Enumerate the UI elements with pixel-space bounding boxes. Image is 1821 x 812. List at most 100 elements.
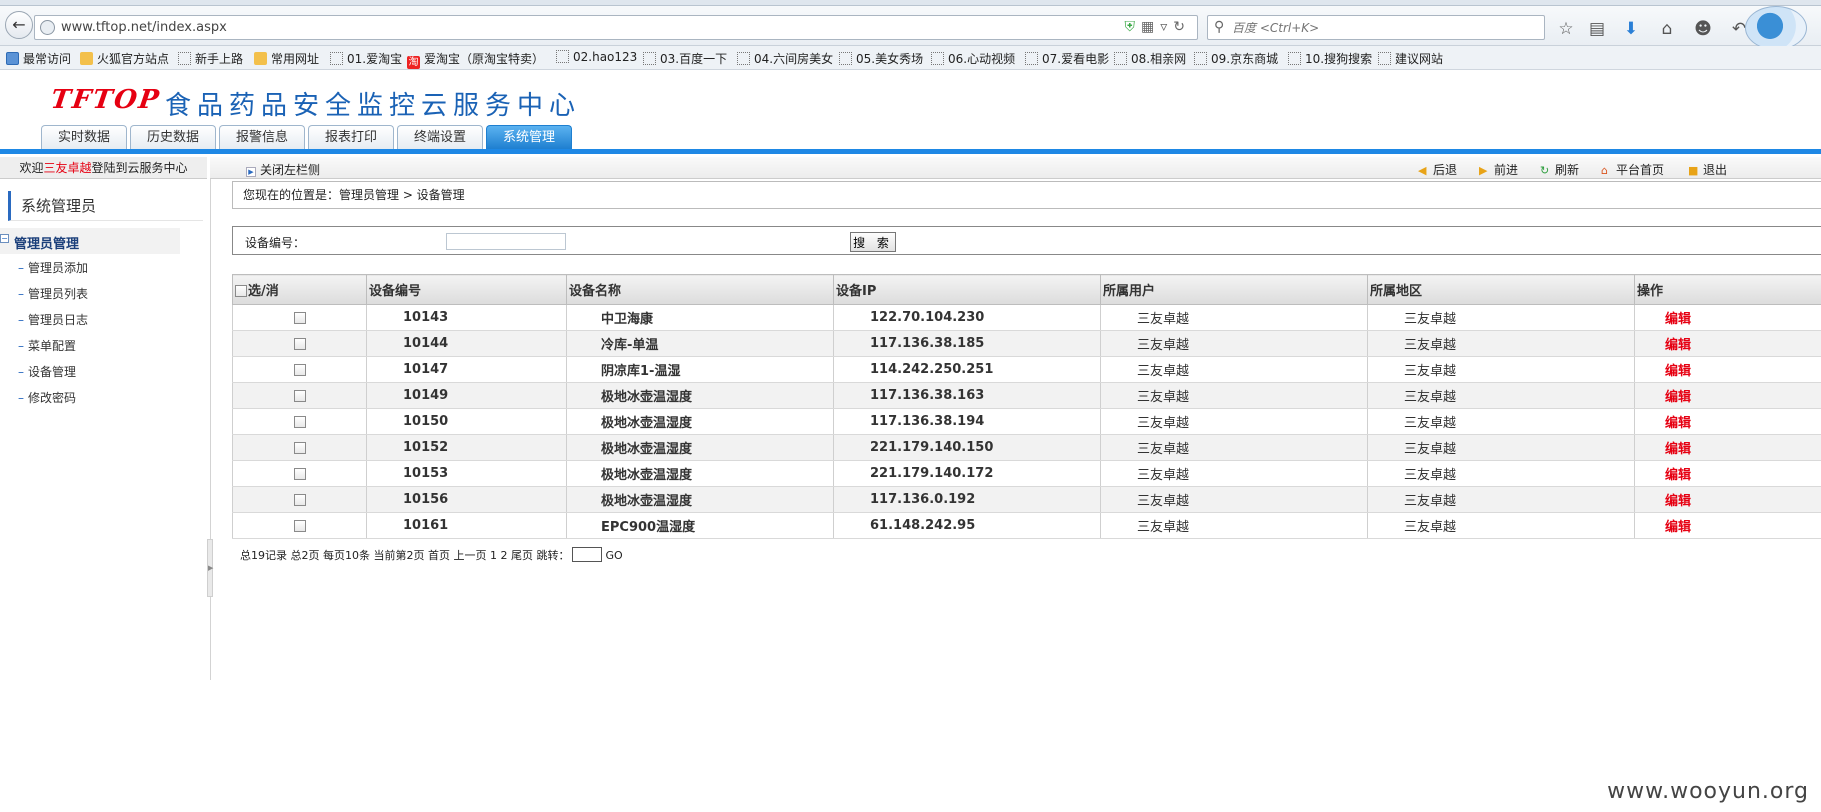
arrow-left-icon: ◀: [1418, 164, 1427, 177]
row-checkbox[interactable]: [293, 415, 306, 428]
edit-link[interactable]: 编辑: [1665, 468, 1691, 483]
bookmark-item[interactable]: 02.hao123: [556, 50, 637, 64]
bookmark-item[interactable]: 淘爱淘宝（原淘宝特卖）: [407, 50, 544, 69]
edit-link[interactable]: 编辑: [1665, 312, 1691, 327]
tab-terminal-settings[interactable]: 终端设置: [397, 125, 483, 149]
device-name-cell: 阴凉库1-温湿: [566, 356, 834, 383]
go-button[interactable]: GO: [605, 549, 622, 562]
table-row: 10150 极地冰壶温湿度 117.136.38.194 三友卓越 三友卓越 编辑: [232, 408, 1821, 435]
dropdown-icon[interactable]: ▿: [1160, 19, 1173, 35]
row-checkbox[interactable]: [293, 337, 306, 350]
column-header-actions: 操作: [1634, 274, 1821, 305]
table-row: 10143 中卫海康 122.70.104.230 三友卓越 三友卓越 编辑: [232, 304, 1821, 331]
browser-logo-bird-icon[interactable]: [1745, 6, 1807, 50]
home-icon[interactable]: ⌂: [1656, 19, 1678, 39]
actions-cell: 编辑: [1634, 486, 1821, 513]
url-text[interactable]: www.tftop.net/index.aspx: [61, 20, 227, 35]
device-number-input[interactable]: [446, 233, 566, 250]
shield-icon[interactable]: ⛨: [1125, 19, 1142, 35]
bookmark-item[interactable]: 10.搜狗搜索: [1288, 50, 1372, 67]
menu-group-admin-management[interactable]: − 管理员管理: [0, 228, 180, 254]
row-checkbox[interactable]: [293, 389, 306, 402]
region-cell: 三友卓越: [1367, 382, 1635, 409]
search-button[interactable]: 搜 索: [850, 232, 896, 252]
sidebar-item-device-management[interactable]: – 设备管理: [18, 363, 76, 380]
row-checkbox[interactable]: [293, 441, 306, 454]
download-icon[interactable]: ⬇: [1620, 19, 1642, 39]
bookmark-item[interactable]: 最常访问: [6, 50, 71, 67]
address-bar-icons: ⛨▦▿↻: [1125, 19, 1192, 35]
bookmark-item[interactable]: 05.美女秀场: [839, 50, 923, 67]
bookmark-item[interactable]: 新手上路: [178, 50, 243, 67]
back-arrow-icon[interactable]: ←: [5, 11, 33, 39]
page-jump-input[interactable]: [572, 547, 603, 562]
device-name-cell: 冷库-单温: [566, 330, 834, 357]
bookmark-item[interactable]: 08.相亲网: [1114, 50, 1186, 67]
sidebar-item-admin-log[interactable]: – 管理员日志: [18, 311, 88, 328]
row-checkbox[interactable]: [293, 363, 306, 376]
collapse-minus-icon[interactable]: −: [0, 234, 9, 243]
row-checkbox-cell: [232, 382, 367, 409]
select-all-header[interactable]: 选/消: [232, 274, 367, 305]
reading-list-icon[interactable]: ▤: [1586, 19, 1608, 39]
chat-icon[interactable]: ☻: [1692, 19, 1714, 39]
bookmark-item[interactable]: 常用网址: [254, 50, 319, 67]
bookmark-item[interactable]: 04.六间房美女: [737, 50, 833, 67]
sidebar-item-change-password[interactable]: – 修改密码: [18, 389, 76, 406]
browser-search-input[interactable]: [1232, 18, 1532, 37]
select-all-checkbox[interactable]: [235, 285, 247, 297]
address-bar[interactable]: www.tftop.net/index.aspx ⛨▦▿↻: [34, 15, 1198, 40]
dash-icon: –: [18, 287, 24, 301]
actions-cell: 编辑: [1634, 512, 1821, 539]
dash-icon: –: [18, 391, 24, 405]
tab-alarm-info[interactable]: 报警信息: [219, 125, 305, 149]
forward-button[interactable]: ▶ 前进: [1479, 161, 1518, 178]
owner-user-cell: 三友卓越: [1100, 512, 1368, 539]
qr-icon[interactable]: ▦: [1141, 19, 1160, 35]
bookmark-item[interactable]: 03.百度一下: [643, 50, 727, 67]
tab-realtime-data[interactable]: 实时数据: [41, 125, 127, 149]
sidebar-item-admin-add[interactable]: – 管理员添加: [18, 259, 88, 276]
close-left-panel-button[interactable]: ▶ 关闭左栏侧: [246, 161, 320, 178]
owner-user-cell: 三友卓越: [1100, 382, 1368, 409]
logout-button[interactable]: ■ 退出: [1688, 161, 1727, 178]
edit-link[interactable]: 编辑: [1665, 338, 1691, 353]
edit-link[interactable]: 编辑: [1665, 390, 1691, 405]
edit-link[interactable]: 编辑: [1665, 364, 1691, 379]
page-icon: [330, 52, 343, 65]
sidebar-collapse-handle[interactable]: ▶: [207, 539, 213, 597]
edit-link[interactable]: 编辑: [1665, 442, 1691, 457]
tab-report-print[interactable]: 报表打印: [308, 125, 394, 149]
reload-icon[interactable]: ↻: [1173, 19, 1191, 35]
tab-system-management[interactable]: 系统管理: [486, 125, 572, 149]
sidebar-item-admin-list[interactable]: – 管理员列表: [18, 285, 88, 302]
edit-link[interactable]: 编辑: [1665, 416, 1691, 431]
bookmark-item[interactable]: 07.爱看电影: [1025, 50, 1109, 67]
sidebar-item-menu-config[interactable]: – 菜单配置: [18, 337, 76, 354]
bookmark-item[interactable]: 火狐官方站点: [80, 50, 169, 67]
bookmark-item[interactable]: 建议网站: [1378, 50, 1443, 67]
row-checkbox-cell: [232, 408, 367, 435]
bookmark-item[interactable]: 09.京东商城: [1194, 50, 1278, 67]
row-checkbox[interactable]: [293, 467, 306, 480]
device-ip-cell: 221.179.140.172: [833, 460, 1101, 487]
arrow-right-icon: ▶: [1479, 164, 1488, 177]
tab-history-data[interactable]: 历史数据: [130, 125, 216, 149]
bookmark-item[interactable]: 01.爱淘宝: [330, 50, 402, 67]
device-ip-cell: 117.136.38.163: [833, 382, 1101, 409]
edit-link[interactable]: 编辑: [1665, 520, 1691, 535]
bookmark-item[interactable]: 06.心动视频: [931, 50, 1015, 67]
brand-logo: TFTOP: [48, 85, 163, 115]
row-checkbox[interactable]: [293, 311, 306, 324]
refresh-button[interactable]: ↻ 刷新: [1540, 161, 1579, 178]
row-checkbox[interactable]: [293, 519, 306, 532]
edit-link[interactable]: 编辑: [1665, 494, 1691, 509]
platform-home-button[interactable]: ⌂ 平台首页: [1601, 161, 1664, 178]
star-icon[interactable]: ☆: [1555, 19, 1577, 39]
region-cell: 三友卓越: [1367, 512, 1635, 539]
globe-icon: [40, 20, 55, 35]
home-icon: ⌂: [1601, 164, 1608, 177]
row-checkbox[interactable]: [293, 493, 306, 506]
browser-search-box[interactable]: ⚲: [1207, 15, 1545, 40]
back-button[interactable]: ◀ 后退: [1418, 161, 1457, 178]
